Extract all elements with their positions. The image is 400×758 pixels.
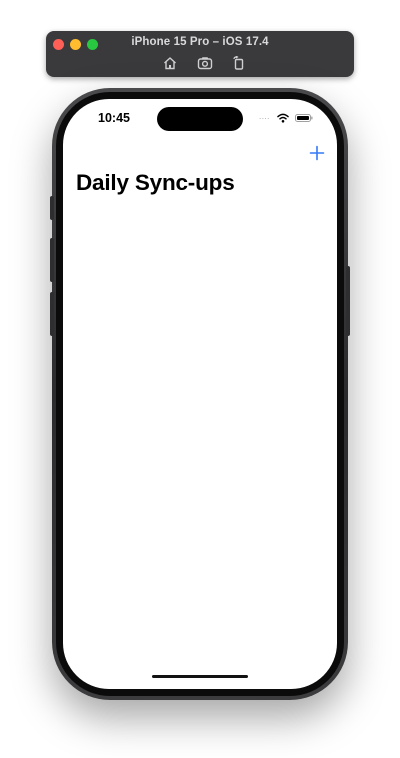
screenshot-button[interactable] bbox=[197, 56, 213, 70]
phone-screen: 10:45 .... Daily Sync-ups bbox=[63, 99, 337, 689]
add-sync-up-button[interactable] bbox=[307, 143, 327, 163]
cellular-signal-icon: .... bbox=[259, 112, 270, 121]
dynamic-island bbox=[157, 107, 243, 131]
screenshot-icon bbox=[197, 57, 213, 70]
volume-down-button bbox=[50, 292, 54, 336]
power-button bbox=[346, 266, 350, 336]
simulator-toolbar: iPhone 15 Pro – iOS 17.4 bbox=[46, 31, 354, 77]
plus-icon bbox=[309, 145, 325, 161]
simulator-window-title: iPhone 15 Pro – iOS 17.4 bbox=[131, 36, 269, 48]
status-time: 10:45 bbox=[98, 111, 130, 125]
rotate-button[interactable] bbox=[231, 56, 247, 70]
volume-up-button bbox=[50, 238, 54, 282]
home-button[interactable] bbox=[162, 56, 178, 70]
page-title: Daily Sync-ups bbox=[76, 170, 235, 195]
home-icon bbox=[164, 57, 176, 70]
home-indicator[interactable] bbox=[152, 675, 248, 678]
battery-icon bbox=[295, 114, 313, 122]
wifi-icon bbox=[277, 113, 289, 123]
simulator-stage: iPhone 15 Pro – iOS 17.4 10:45 .... Dail… bbox=[0, 0, 400, 758]
rotate-icon bbox=[233, 56, 244, 70]
action-button bbox=[50, 196, 54, 220]
